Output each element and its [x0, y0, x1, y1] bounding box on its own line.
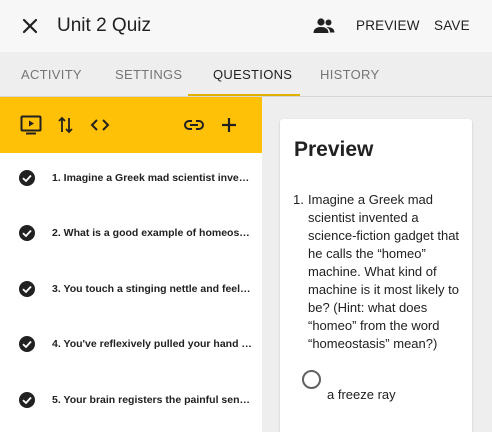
preview-button[interactable]: PREVIEW: [356, 17, 420, 35]
tab-activity[interactable]: ACTIVITY: [21, 67, 82, 83]
answer-radio[interactable]: [302, 370, 321, 389]
question-text: 3. You touch a stinging nettle and feel …: [52, 283, 252, 295]
question-item-3[interactable]: 3. You touch a stinging nettle and feel …: [0, 270, 262, 310]
answer-option-label: a freeze ray: [327, 387, 396, 402]
check-circle-icon: [19, 392, 35, 408]
preview-card: Preview 1. Imagine a Greek mad scientist…: [280, 119, 472, 432]
check-circle-icon: [19, 170, 35, 186]
question-text: 2. What is a good example of homeosta...: [52, 227, 252, 239]
question-list-panel: 1. Imagine a Greek mad scientist invent.…: [0, 97, 262, 432]
question-text: 1. Imagine a Greek mad scientist invent.…: [52, 172, 252, 184]
question-number: 1.: [293, 192, 304, 207]
check-circle-icon: [19, 336, 35, 352]
question-item-5[interactable]: 5. Your brain registers the painful sens…: [0, 381, 262, 421]
top-header: Unit 2 Quiz PREVIEW SAVE: [0, 0, 492, 52]
people-icon[interactable]: [312, 16, 336, 36]
preview-title: Preview: [294, 138, 374, 161]
reorder-icon[interactable]: [54, 113, 78, 137]
save-button[interactable]: SAVE: [434, 17, 470, 35]
link-icon[interactable]: [182, 113, 206, 137]
active-tab-indicator: [188, 94, 300, 96]
embed-code-icon[interactable]: [88, 113, 112, 137]
page-title: Unit 2 Quiz: [57, 15, 151, 36]
tab-history[interactable]: HISTORY: [320, 67, 379, 83]
question-text: 4. You've reflexively pulled your hand b…: [52, 338, 252, 350]
check-circle-icon: [19, 281, 35, 297]
question-body: Imagine a Greek mad scientist invented a…: [308, 192, 460, 351]
question-item-2[interactable]: 2. What is a good example of homeosta...: [0, 214, 262, 254]
tab-bar: ACTIVITY SETTINGS QUESTIONS HISTORY: [0, 52, 492, 97]
check-circle-icon: [19, 225, 35, 241]
question-item-4[interactable]: 4. You've reflexively pulled your hand b…: [0, 325, 262, 365]
close-icon[interactable]: [18, 14, 42, 38]
tab-questions[interactable]: QUESTIONS: [213, 67, 292, 83]
tab-settings[interactable]: SETTINGS: [115, 67, 182, 83]
question-text: 5. Your brain registers the painful sens…: [52, 394, 252, 406]
preview-media-icon[interactable]: [19, 113, 43, 137]
question-toolbar: [0, 97, 262, 153]
question-item-1[interactable]: 1. Imagine a Greek mad scientist invent.…: [0, 159, 262, 199]
add-icon[interactable]: [217, 113, 241, 137]
